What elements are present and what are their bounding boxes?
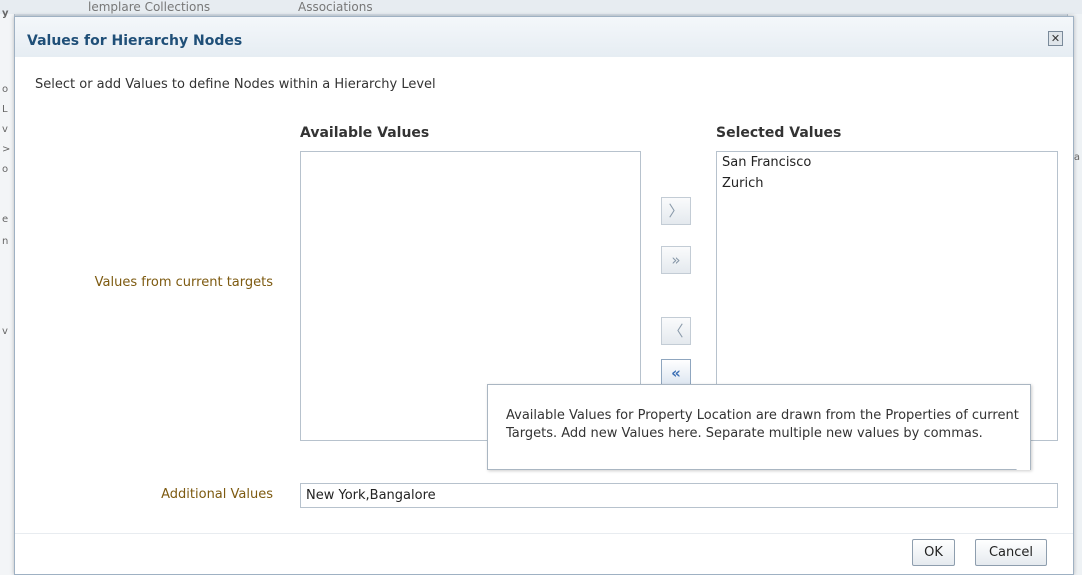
note-text: Available Values for Property Location a… (506, 408, 1019, 441)
background-text: v (2, 326, 8, 337)
dialog-header: Values for Hierarchy Nodes ✕ (15, 17, 1073, 57)
values-for-hierarchy-nodes-dialog: Values for Hierarchy Nodes ✕ Select or a… (14, 16, 1074, 575)
background-tab-associations: Associations (298, 0, 373, 14)
remove-selected-button[interactable]: 〈 (661, 317, 691, 345)
background-text: y (2, 8, 9, 19)
background-left-panel: y o L v > o e n v (0, 8, 15, 575)
note-tail (1016, 458, 1030, 470)
move-selected-button[interactable]: 〉 (661, 197, 691, 225)
background-tab-template-collections: lemplare Collections (88, 0, 211, 14)
background-text: > (2, 144, 11, 155)
additional-values-input[interactable] (300, 483, 1058, 508)
instruction-text: Select or add Values to define Nodes wit… (35, 77, 436, 92)
background-text: v (2, 124, 8, 135)
available-values-heading: Available Values (300, 125, 430, 141)
cancel-button[interactable]: Cancel (975, 539, 1047, 566)
background-text: a (1073, 152, 1080, 163)
background-text: e (2, 214, 9, 225)
remove-all-button[interactable]: « (661, 359, 691, 387)
ok-button[interactable]: OK (912, 539, 955, 566)
note-window: Available Values for Property Location a… (487, 384, 1031, 470)
background-text: n (2, 236, 9, 247)
move-all-button[interactable]: » (661, 246, 691, 274)
list-item[interactable]: San Francisco (717, 152, 1057, 173)
selected-values-heading: Selected Values (716, 125, 842, 141)
background-text: L (2, 104, 8, 115)
background-tab-bar: lemplare Collections Associations (0, 0, 1082, 14)
dialog-title: Values for Hierarchy Nodes (27, 33, 243, 49)
additional-values-label: Additional Values (161, 487, 273, 502)
background-text: o (2, 164, 9, 175)
values-from-current-targets-label: Values from current targets (94, 275, 273, 290)
background-text: o (2, 84, 9, 95)
close-icon[interactable]: ✕ (1048, 31, 1063, 46)
list-item[interactable]: Zurich (717, 173, 1057, 194)
footer-separator (15, 533, 1073, 534)
